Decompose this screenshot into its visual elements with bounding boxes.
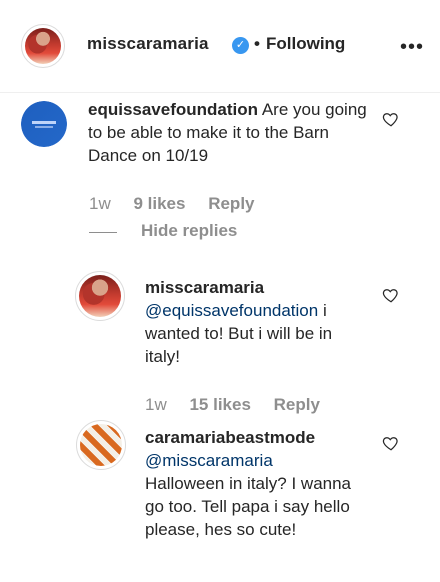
comment-time: 1w: [89, 194, 111, 213]
reply-text: Halloween in italy? I wanna go too. Tell…: [145, 474, 352, 539]
following-button[interactable]: Following: [266, 34, 345, 54]
comment-username[interactable]: equissavefoundation: [88, 100, 258, 119]
profile-photo: [79, 275, 121, 317]
separator-dot: •: [254, 34, 260, 53]
like-heart-icon[interactable]: [382, 286, 400, 304]
profile-photo: [80, 424, 122, 466]
replies-divider: [89, 232, 117, 233]
comment-likes[interactable]: 9 likes: [133, 194, 185, 213]
comment-body: equissavefoundation Are you going to be …: [88, 98, 378, 167]
reply-mention[interactable]: @misscaramaria: [145, 449, 370, 472]
header-username[interactable]: misscaramaria: [87, 34, 209, 54]
reply-time: 1w: [145, 395, 167, 414]
like-heart-icon[interactable]: [382, 434, 400, 452]
hide-replies-button[interactable]: Hide replies: [141, 221, 237, 241]
reply-button[interactable]: Reply: [274, 395, 320, 414]
more-options-icon[interactable]: •••: [400, 37, 424, 57]
reply-body: misscaramaria @equissavefoundation i wan…: [145, 276, 370, 368]
reply-avatar-caramariabeastmode[interactable]: [76, 420, 126, 470]
like-heart-icon[interactable]: [382, 110, 400, 128]
reply-username[interactable]: caramariabeastmode: [145, 426, 370, 449]
header-avatar[interactable]: [21, 24, 65, 68]
post-header: misscaramaria ✓ • Following •••: [0, 0, 440, 93]
reply-mention[interactable]: @equissavefoundation: [145, 301, 318, 320]
verified-badge-icon: ✓: [232, 37, 249, 54]
comment-meta: 1w 9 likes Reply: [89, 194, 255, 214]
comment-avatar-equissavefoundation[interactable]: [21, 101, 67, 147]
reply-meta: 1w 15 likes Reply: [145, 395, 320, 415]
reply-avatar-misscaramaria[interactable]: [75, 271, 125, 321]
foundation-logo: [21, 101, 67, 147]
reply-body: caramariabeastmode @misscaramaria Hallow…: [145, 426, 370, 541]
reply-likes[interactable]: 15 likes: [189, 395, 250, 414]
reply-username[interactable]: misscaramaria: [145, 276, 370, 299]
profile-photo: [25, 28, 61, 64]
reply-button[interactable]: Reply: [208, 194, 254, 213]
